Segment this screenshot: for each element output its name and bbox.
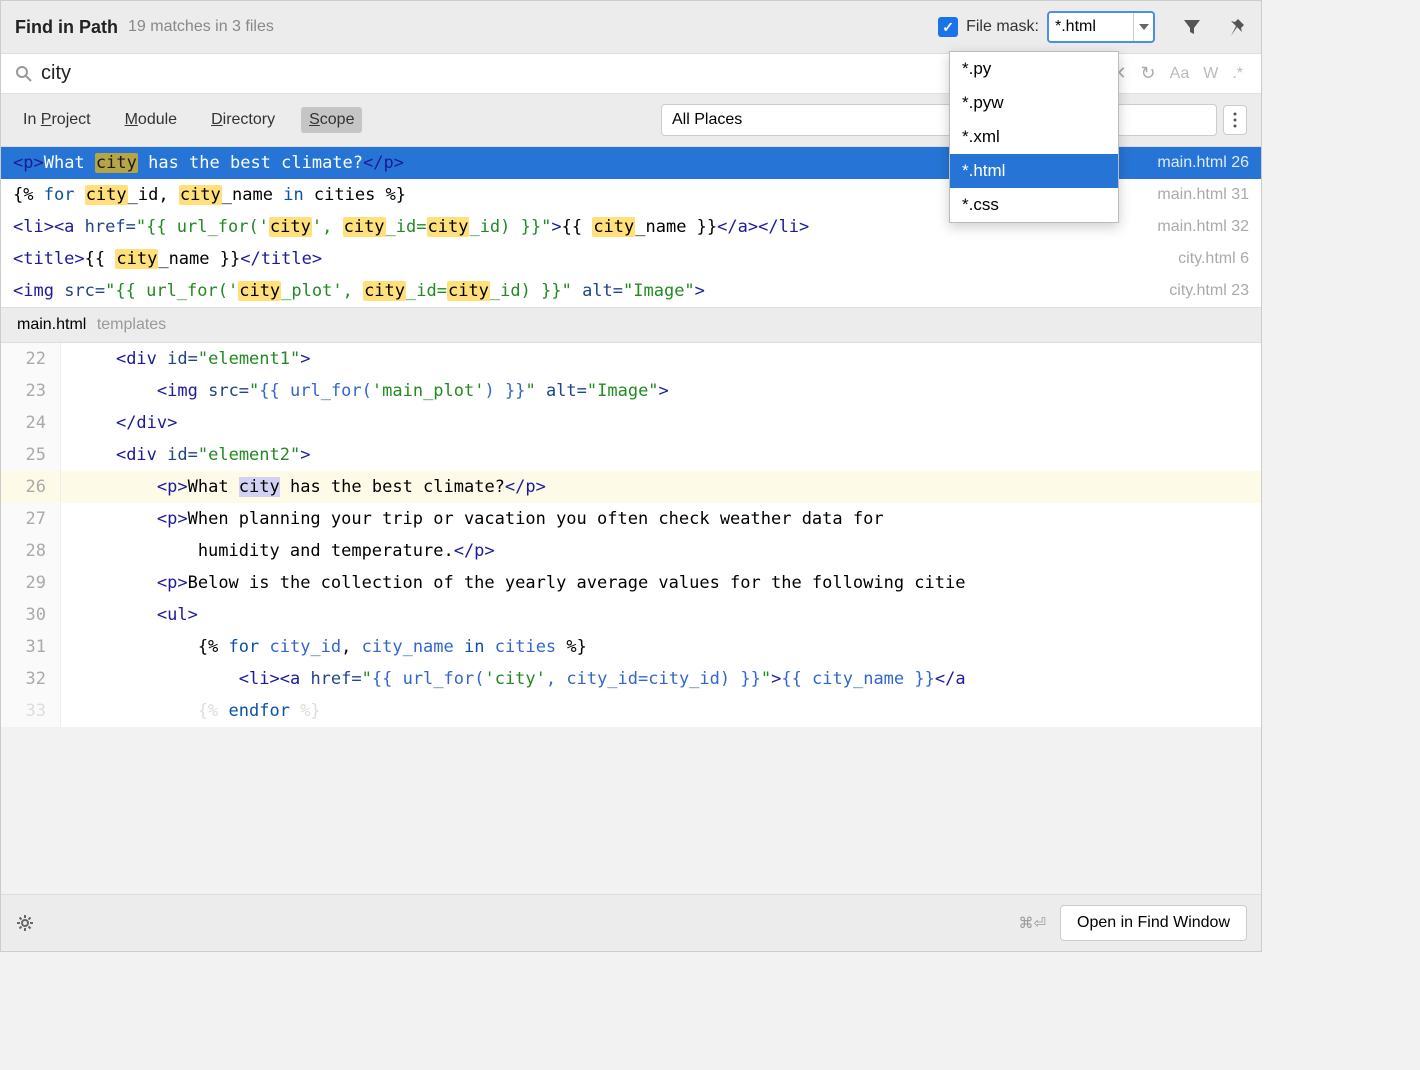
- dialog-header: Find in Path 19 matches in 3 files ✓ Fil…: [1, 1, 1261, 54]
- file-mask-dropdown: *.py*.pyw*.xml*.html*.css: [949, 51, 1119, 223]
- line-number: 27: [1, 503, 61, 535]
- redo-search-icon[interactable]: ↻: [1141, 63, 1156, 84]
- code-line: 33 {% endfor %}: [1, 695, 1261, 727]
- code-content: <p>Below is the collection of the yearly…: [61, 567, 1261, 599]
- pin-icon[interactable]: [1225, 16, 1247, 38]
- line-number: 29: [1, 567, 61, 599]
- code-line: 30 <ul>: [1, 599, 1261, 631]
- regex-toggle[interactable]: .*: [1232, 65, 1243, 83]
- whole-word-toggle[interactable]: W: [1203, 65, 1218, 83]
- places-select[interactable]: All Places: [661, 104, 1217, 136]
- file-mask-label: File mask:: [966, 18, 1039, 36]
- code-line: 26 <p>What city has the best climate?</p…: [1, 471, 1261, 503]
- result-text: <title>{{ city_name }}</title>: [13, 249, 1168, 269]
- scope-tab-scope[interactable]: Scope: [301, 107, 362, 133]
- result-file: main.html 31: [1157, 186, 1249, 204]
- line-number: 28: [1, 535, 61, 567]
- preview-header: main.html templates: [1, 307, 1261, 343]
- result-file: city.html 6: [1178, 250, 1249, 268]
- line-number: 30: [1, 599, 61, 631]
- code-content: {% for city_id, city_name in cities %}: [61, 631, 1261, 663]
- code-content: <li><a href="{{ url_for('city', city_id=…: [61, 663, 1261, 695]
- code-line: 23 <img src="{{ url_for('main_plot') }}"…: [1, 375, 1261, 407]
- code-line: 29 <p>Below is the collection of the yea…: [1, 567, 1261, 599]
- code-preview[interactable]: 22 <div id="element1">23 <img src="{{ ur…: [1, 343, 1261, 727]
- code-line: 25 <div id="element2">: [1, 439, 1261, 471]
- code-content: <p>When planning your trip or vacation y…: [61, 503, 1261, 535]
- result-row[interactable]: <title>{{ city_name }}</title> city.html …: [1, 243, 1261, 275]
- scope-tab-directory[interactable]: Directory: [203, 107, 283, 133]
- match-case-toggle[interactable]: Aa: [1170, 65, 1190, 83]
- scope-tab-in-project[interactable]: In Project: [15, 107, 99, 133]
- line-number: 23: [1, 375, 61, 407]
- places-value: All Places: [672, 111, 742, 129]
- scope-tab-module[interactable]: Module: [117, 107, 185, 133]
- places-more-button[interactable]: [1223, 105, 1247, 135]
- line-number: 31: [1, 631, 61, 663]
- file-mask-combo[interactable]: [1047, 11, 1155, 43]
- line-number: 22: [1, 343, 61, 375]
- preview-path: templates: [97, 316, 166, 333]
- code-content: {% endfor %}: [61, 695, 1261, 727]
- dropdown-item[interactable]: *.pyw: [950, 86, 1118, 120]
- shortcut-hint: ⌘⏎: [1018, 914, 1046, 932]
- result-file: main.html 32: [1157, 218, 1249, 236]
- line-number: 32: [1, 663, 61, 695]
- code-content: <div id="element1">: [61, 343, 1261, 375]
- dialog-footer: ⌘⏎ Open in Find Window: [1, 894, 1261, 951]
- filter-icon[interactable]: [1181, 16, 1203, 38]
- open-in-find-window-button[interactable]: Open in Find Window: [1060, 905, 1247, 941]
- dialog-title: Find in Path: [15, 17, 118, 38]
- result-file: main.html 26: [1157, 154, 1249, 172]
- search-icon: [15, 65, 33, 83]
- file-mask-input[interactable]: [1049, 16, 1133, 38]
- gear-icon[interactable]: [15, 913, 35, 933]
- code-line: 22 <div id="element1">: [1, 343, 1261, 375]
- code-content: <img src="{{ url_for('main_plot') }}" al…: [61, 375, 1261, 407]
- result-file: city.html 23: [1169, 282, 1249, 300]
- code-content: </div>: [61, 407, 1261, 439]
- result-row[interactable]: <img src="{{ url_for('city_plot', city_i…: [1, 275, 1261, 307]
- code-content: <p>What city has the best climate?</p>: [61, 471, 1261, 503]
- file-mask-dropdown-toggle[interactable]: [1133, 13, 1153, 41]
- dropdown-item[interactable]: *.css: [950, 188, 1118, 222]
- scope-tabs: In Project Module Directory Scope: [15, 107, 362, 133]
- result-text: <img src="{{ url_for('city_plot', city_i…: [13, 281, 1159, 301]
- line-number: 33: [1, 695, 61, 727]
- match-count: 19 matches in 3 files: [128, 18, 274, 36]
- line-number: 25: [1, 439, 61, 471]
- line-number: 26: [1, 471, 61, 503]
- code-line: 28 humidity and temperature.</p>: [1, 535, 1261, 567]
- code-line: 27 <p>When planning your trip or vacatio…: [1, 503, 1261, 535]
- code-content: <ul>: [61, 599, 1261, 631]
- code-line: 32 <li><a href="{{ url_for('city', city_…: [1, 663, 1261, 695]
- code-content: humidity and temperature.</p>: [61, 535, 1261, 567]
- file-mask-checkbox[interactable]: ✓: [938, 17, 958, 37]
- preview-file: main.html: [17, 316, 86, 333]
- code-line: 31 {% for city_id, city_name in cities %…: [1, 631, 1261, 663]
- code-line: 24 </div>: [1, 407, 1261, 439]
- line-number: 24: [1, 407, 61, 439]
- dropdown-item[interactable]: *.html: [950, 154, 1118, 188]
- dropdown-item[interactable]: *.py: [950, 52, 1118, 86]
- dropdown-item[interactable]: *.xml: [950, 120, 1118, 154]
- code-content: <div id="element2">: [61, 439, 1261, 471]
